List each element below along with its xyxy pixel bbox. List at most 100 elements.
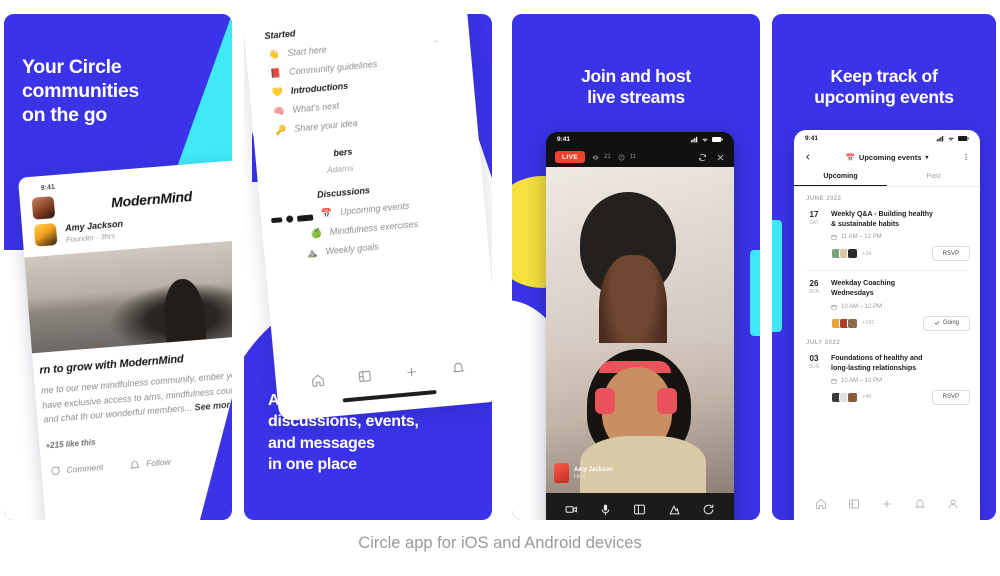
panel-all-your-discussions[interactable]: Started 👋 Start here ⌄ 📕 Community guide…: [244, 14, 492, 520]
speaker-role: Host: [574, 473, 586, 480]
video-tile-host[interactable]: [546, 167, 734, 343]
sidebar-item-label: Share your idea: [293, 118, 358, 134]
event-dow: SUN: [808, 363, 820, 370]
chevron-down-icon[interactable]: ⌄: [432, 35, 439, 45]
event-dow: SAT: [809, 220, 819, 226]
panel-your-circle-communities[interactable]: Your Circle communities on the go 9:41 M…: [4, 14, 232, 520]
community-post-card[interactable]: 9:41 ModernMind Amy Jackson Founder · 3h…: [17, 159, 232, 520]
follow-action[interactable]: Follow: [129, 456, 171, 470]
comment-icon: [51, 466, 60, 475]
event-time: 10 AM – 12 PM: [831, 304, 970, 310]
live-stream-phone[interactable]: 9:41 LIVE 21 11 Amy Jackson Host: [546, 132, 734, 520]
home-icon[interactable]: [310, 373, 325, 388]
heart-icon: 💛: [271, 86, 284, 98]
layout-icon[interactable]: [633, 503, 646, 516]
attendee-avatars: [831, 391, 858, 403]
post-photo: [24, 239, 232, 354]
share-icon[interactable]: [668, 503, 681, 516]
event-footer: +48 RSVP: [831, 389, 970, 405]
live-top-bar: LIVE 21 11: [546, 147, 734, 167]
attendee-avatars: [831, 248, 858, 260]
tab-past[interactable]: Past: [887, 168, 980, 186]
bottom-nav-bar[interactable]: [794, 498, 980, 510]
back-icon[interactable]: [804, 153, 812, 161]
wave-icon: 👋: [267, 48, 280, 60]
plus-icon[interactable]: [403, 365, 418, 380]
author-block: Amy Jackson Founder · 3hrs: [65, 218, 125, 244]
community-avatar: [31, 196, 56, 220]
gallery-caption: Circle app for iOS and Android devices: [358, 534, 642, 552]
book-icon: 📕: [269, 67, 282, 79]
panel4-headline: Keep track of upcoming events: [814, 66, 954, 108]
rsvp-button[interactable]: RSVP: [931, 389, 970, 405]
rsvp-button[interactable]: RSVP: [931, 246, 970, 262]
attendee-extra-count: +141: [862, 320, 875, 327]
check-icon: [934, 321, 940, 325]
viewers-value: 21: [604, 154, 611, 160]
event-day: 03: [809, 353, 819, 363]
home-icon[interactable]: [815, 498, 827, 510]
phone-status-bar: 9:41: [794, 130, 980, 146]
panel-keep-track-of-upcoming-events[interactable]: Keep track of upcoming events 9:41 📅 Upc…: [772, 14, 996, 520]
live-badge: LIVE: [555, 151, 586, 163]
bell-icon[interactable]: [450, 360, 465, 375]
post-likes: +215 like this: [45, 437, 96, 451]
attendee-avatars: [831, 317, 858, 329]
going-button[interactable]: Going: [922, 315, 970, 331]
spaces-icon[interactable]: [848, 498, 860, 510]
calendar-icon: [831, 304, 837, 310]
tab-upcoming[interactable]: Upcoming: [794, 168, 887, 186]
live-top-actions[interactable]: [698, 153, 725, 162]
event-row[interactable]: 26 SUN Weekday Coaching Wednesdays 10 AM…: [794, 271, 980, 331]
switch-camera-icon[interactable]: [698, 153, 707, 162]
plus-icon[interactable]: [881, 498, 893, 510]
cyan-stub-shape: [750, 250, 760, 336]
events-phone[interactable]: 9:41 📅 Upcoming events ▾ Upcoming Past J…: [794, 130, 980, 520]
signal-icon: [690, 136, 698, 143]
avatar: [847, 248, 858, 260]
event-time-text: 11 AM – 12 PM: [841, 234, 882, 241]
status-indicators: [690, 136, 723, 143]
more-options-icon[interactable]: [962, 153, 970, 161]
panel-join-and-host-live-streams[interactable]: Join and host live streams 9:41 LIVE 21: [512, 14, 760, 520]
event-row[interactable]: 17 SAT Weekly Q&A - Building healthy & s…: [794, 202, 980, 262]
close-icon[interactable]: [716, 153, 725, 162]
follow-label: Follow: [145, 456, 172, 469]
community-sidebar-sheet[interactable]: Started 👋 Start here ⌄ 📕 Community guide…: [244, 14, 492, 422]
calendar-emoji-icon: 📅: [845, 152, 855, 162]
comment-action[interactable]: Comment: [49, 462, 104, 477]
event-title: Foundations of healthy and long-lasting …: [831, 354, 923, 372]
event-body: Foundations of healthy and long-lasting …: [831, 354, 970, 405]
status-indicators: [936, 135, 969, 142]
bell-icon[interactable]: [914, 498, 926, 510]
event-row[interactable]: 03 SUN Foundations of healthy and long-l…: [794, 346, 980, 405]
battery-icon: [958, 135, 969, 141]
events-title[interactable]: 📅 Upcoming events ▾: [818, 153, 956, 162]
calendar-icon: [831, 378, 837, 384]
event-time-text: 10 AM – 12 PM: [841, 303, 883, 310]
see-more-link[interactable]: See more: [194, 399, 232, 412]
video-tile-guest[interactable]: Amy Jackson Host: [546, 343, 734, 493]
live-tools-bar[interactable]: [546, 493, 734, 520]
chevron-down-icon[interactable]: ▾: [925, 154, 928, 161]
speaker-nameplate: Amy Jackson Host: [554, 463, 613, 483]
phone-status-bar: 9:41: [546, 132, 734, 147]
speaker-avatar: [554, 463, 569, 483]
bottom-nav-bar[interactable]: [276, 357, 492, 391]
sidebar-item-label: What's next: [292, 100, 340, 115]
post-actions: Comment Follow: [49, 448, 232, 477]
refresh-icon[interactable]: [702, 503, 715, 516]
speaker-name: Amy Jackson: [574, 466, 613, 473]
attendee-extra-count: +24: [862, 250, 872, 257]
camera-icon[interactable]: [565, 503, 578, 516]
author-meta: Founder · 3hrs: [65, 230, 116, 244]
author-avatar: [33, 223, 58, 247]
events-tabs[interactable]: Upcoming Past: [794, 168, 980, 187]
event-time: 11 AM – 12 PM: [831, 234, 970, 240]
event-title: Weekly Q&A - Building healthy & sustaina…: [831, 211, 933, 229]
profile-icon[interactable]: [947, 498, 959, 510]
spaces-icon[interactable]: [357, 369, 372, 384]
wifi-icon: [702, 138, 708, 142]
event-footer: +24 RSVP: [831, 246, 970, 262]
microphone-icon[interactable]: [599, 503, 612, 516]
